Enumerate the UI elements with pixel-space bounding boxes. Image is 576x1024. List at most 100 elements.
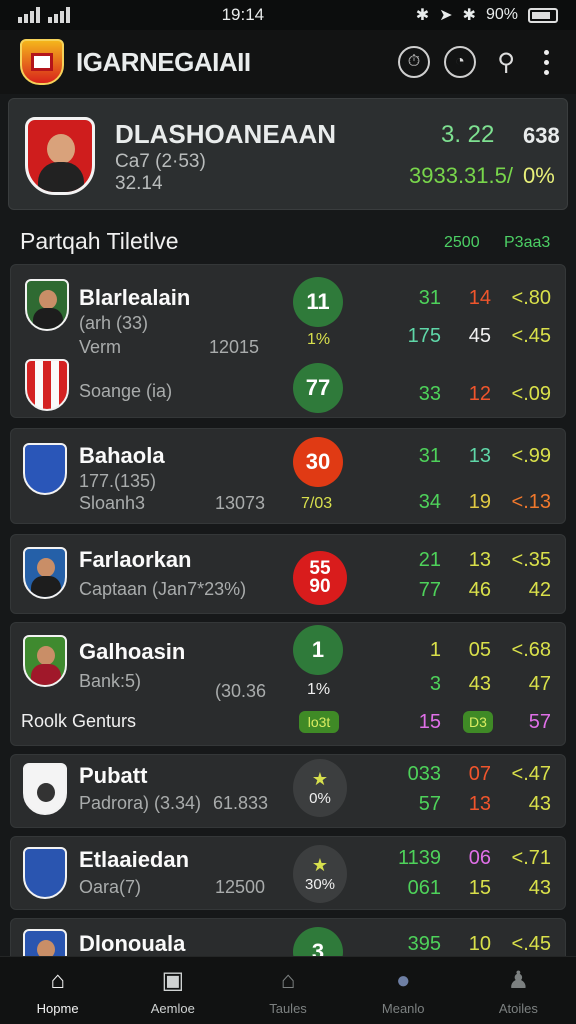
stat-value: <.45 xyxy=(511,325,551,347)
app-title: IGARNEGAIAII xyxy=(76,46,251,77)
stat-value: 12 xyxy=(468,383,491,405)
tab-label: Hopme xyxy=(36,1001,79,1016)
stat-value: 3 xyxy=(429,673,441,695)
tab-label: Aemloe xyxy=(150,1001,195,1016)
section-title: Partqah Tiletlve xyxy=(20,228,179,254)
whistle-button[interactable]: ◔ xyxy=(444,46,476,78)
search-button[interactable]: ⚲ xyxy=(490,46,522,78)
status-bar: 19:14 ✱ ➤ ✱ 90% xyxy=(0,0,576,30)
club-badge xyxy=(23,443,67,495)
player-name: Pubatt xyxy=(79,763,148,788)
stat-value: 34 xyxy=(418,491,441,513)
tab-profile[interactable]: ♟ Atoiles xyxy=(461,957,576,1024)
player-sub: Sloanh3 xyxy=(79,493,146,513)
player-card[interactable]: Farlaorkan Captaan (Jan7*23%) 55 90 21 13… xyxy=(10,534,566,614)
tab-media[interactable]: ● Meanlo xyxy=(346,957,461,1024)
featured-stat: 3. 22 xyxy=(441,121,495,148)
rating-badge: ★ 30% xyxy=(293,845,347,903)
player-value: (30.36 xyxy=(215,681,267,701)
player-sub: (arh (33) xyxy=(79,313,149,333)
player-card[interactable]: Galhoasin Bank:5) (30.36 Roolk Genturs 1… xyxy=(10,622,566,746)
player-card[interactable]: Etlaaiedan Oara(7) 12500 ★ 30% 1139 06 <.… xyxy=(10,836,566,910)
tables-icon: ⌂ xyxy=(280,967,296,994)
app-bar: IGARNEGAIAII ⏱ ◔ ⚲ xyxy=(0,30,576,94)
player-card[interactable]: Bahaola 177.(135) Sloanh3 13073 30 7/03 … xyxy=(10,428,566,524)
bottom-tab-bar: ⌂ Hopme ▣ Aemloe ⌂ Taules ● Meanlo ♟ Ato… xyxy=(0,956,576,1024)
stopwatch-button[interactable]: ⏱ xyxy=(398,46,430,78)
stat-value: 21 xyxy=(418,549,441,571)
club-badge xyxy=(23,763,67,815)
player-card[interactable]: Blarlealain (arh (33) Verm 12015 11 1% 3… xyxy=(10,264,566,418)
stat-value: <.13 xyxy=(511,491,551,513)
player-value: 61.833 xyxy=(213,793,269,813)
stat-value: 395 xyxy=(407,933,441,955)
tab-label: Meanlo xyxy=(381,1001,425,1016)
stat-value: 06 xyxy=(468,847,491,869)
player-value: 13073 xyxy=(215,493,266,513)
player-sub: Verm xyxy=(79,337,122,357)
stat-value: 77 xyxy=(418,579,441,601)
stat-value: 07 xyxy=(468,763,491,785)
location-icon: ➤ xyxy=(439,7,453,24)
stat-value: 13 xyxy=(468,549,491,571)
tab-tables[interactable]: ⌂ Taules xyxy=(230,957,345,1024)
more-menu-button[interactable] xyxy=(536,49,556,75)
profile-icon: ♟ xyxy=(507,967,530,994)
stat-value: 42 xyxy=(528,579,551,601)
club-badge xyxy=(23,635,67,687)
tab-stats[interactable]: ▣ Aemloe xyxy=(115,957,230,1024)
featured-player-sub: Ca7 (2·53) xyxy=(115,151,206,172)
status-time: 19:14 xyxy=(221,5,265,24)
club-badge xyxy=(25,279,69,331)
bluetooth-icon: ✱ xyxy=(415,7,430,24)
stat-value: 31 xyxy=(418,287,441,309)
rating-badge: 1 xyxy=(293,625,343,675)
featured-stat: 3933.31.5/ xyxy=(409,163,513,188)
rating-badge: 55 90 xyxy=(293,551,347,605)
stat-value: 15 xyxy=(468,877,491,899)
player-card[interactable]: Pubatt Padrora) (3.34) 61.833 ★ 0% 033 07… xyxy=(10,754,566,828)
rating-badge: 77 xyxy=(293,363,343,413)
stat-value: 33 xyxy=(418,383,441,405)
stat-value: <.09 xyxy=(511,383,551,405)
player-value: 12500 xyxy=(215,877,266,897)
stat-value: 14 xyxy=(468,287,491,309)
stat-value: <.45 xyxy=(511,933,551,955)
stat-value: 033 xyxy=(407,763,441,785)
rating-percent: 1% xyxy=(307,681,331,698)
featured-player-name: DLASHOANEAAN xyxy=(115,119,336,149)
stat-value: 57 xyxy=(528,711,551,733)
stat-value: <.47 xyxy=(511,763,551,785)
rating-percent: 1% xyxy=(307,331,331,348)
column-header[interactable]: P3aa3 xyxy=(504,234,550,252)
stat-value: <.80 xyxy=(511,287,551,309)
featured-player-card[interactable]: DLASHOANEAAN Ca7 (2·53) 32.14 3. 22 638 … xyxy=(8,98,568,210)
stat-value: 175 xyxy=(407,325,441,347)
player-value: 12015 xyxy=(209,337,260,357)
rating-badge: 30 xyxy=(293,437,343,487)
stat-value: 05 xyxy=(468,639,491,661)
stat-value: 1 xyxy=(429,639,441,661)
status-badge: lo3t xyxy=(299,711,339,733)
club-badge xyxy=(23,547,67,599)
chart-icon: ▣ xyxy=(161,967,185,994)
stat-value: <.35 xyxy=(511,549,551,571)
player-name: Blarlealain xyxy=(79,285,191,310)
tab-home[interactable]: ⌂ Hopme xyxy=(0,957,115,1024)
rating-percent: 7/03 xyxy=(301,495,333,512)
player-sub: Soange (ia) xyxy=(79,381,173,401)
stat-value: 43 xyxy=(468,673,491,695)
player-sub: Captaan (Jan7*23%) xyxy=(79,579,247,599)
stat-value: 13 xyxy=(468,445,491,467)
featured-player-value: 32.14 xyxy=(115,173,163,194)
stat-value: 13 xyxy=(468,793,491,815)
player-name: Farlaorkan xyxy=(79,547,192,572)
stat-value: <.99 xyxy=(511,445,551,467)
column-header[interactable]: 2500 xyxy=(444,234,480,252)
stat-value: 47 xyxy=(528,673,551,695)
whistle-icon: ◔ xyxy=(455,53,465,70)
home-icon: ⌂ xyxy=(50,967,65,994)
stat-value: 43 xyxy=(528,793,551,815)
stat-value: 10 xyxy=(468,933,491,955)
stat-badge: D3 xyxy=(463,711,493,733)
